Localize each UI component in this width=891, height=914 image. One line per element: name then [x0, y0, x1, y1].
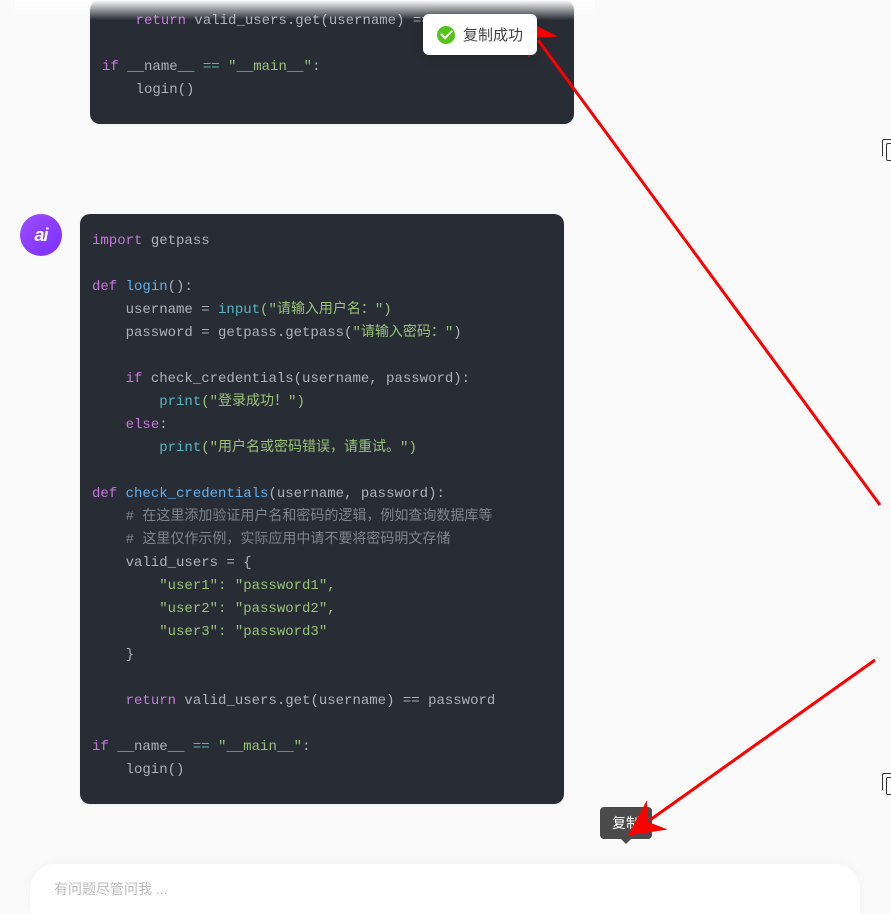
chat-input-bar — [30, 864, 860, 914]
code-bubble: import getpass def login(): username = i… — [80, 214, 564, 804]
copy-button[interactable] — [882, 774, 891, 798]
copy-icon — [886, 777, 891, 795]
copy-icon — [886, 143, 891, 161]
code-block: import getpass def login(): username = i… — [80, 214, 564, 804]
check-circle-icon — [437, 26, 455, 44]
assistant-message-2: ai import getpass def login(): username … — [20, 214, 871, 804]
avatar-label: ai — [34, 225, 47, 246]
chat-input[interactable] — [54, 881, 836, 897]
avatar: ai — [20, 214, 62, 256]
copy-button[interactable] — [882, 140, 891, 164]
copy-tooltip: 复制 — [600, 807, 652, 839]
copy-success-toast: 复制成功 — [423, 14, 537, 55]
toast-text: 复制成功 — [463, 24, 523, 45]
chat-area: return valid_users.get(username) == pass… — [0, 0, 891, 870]
